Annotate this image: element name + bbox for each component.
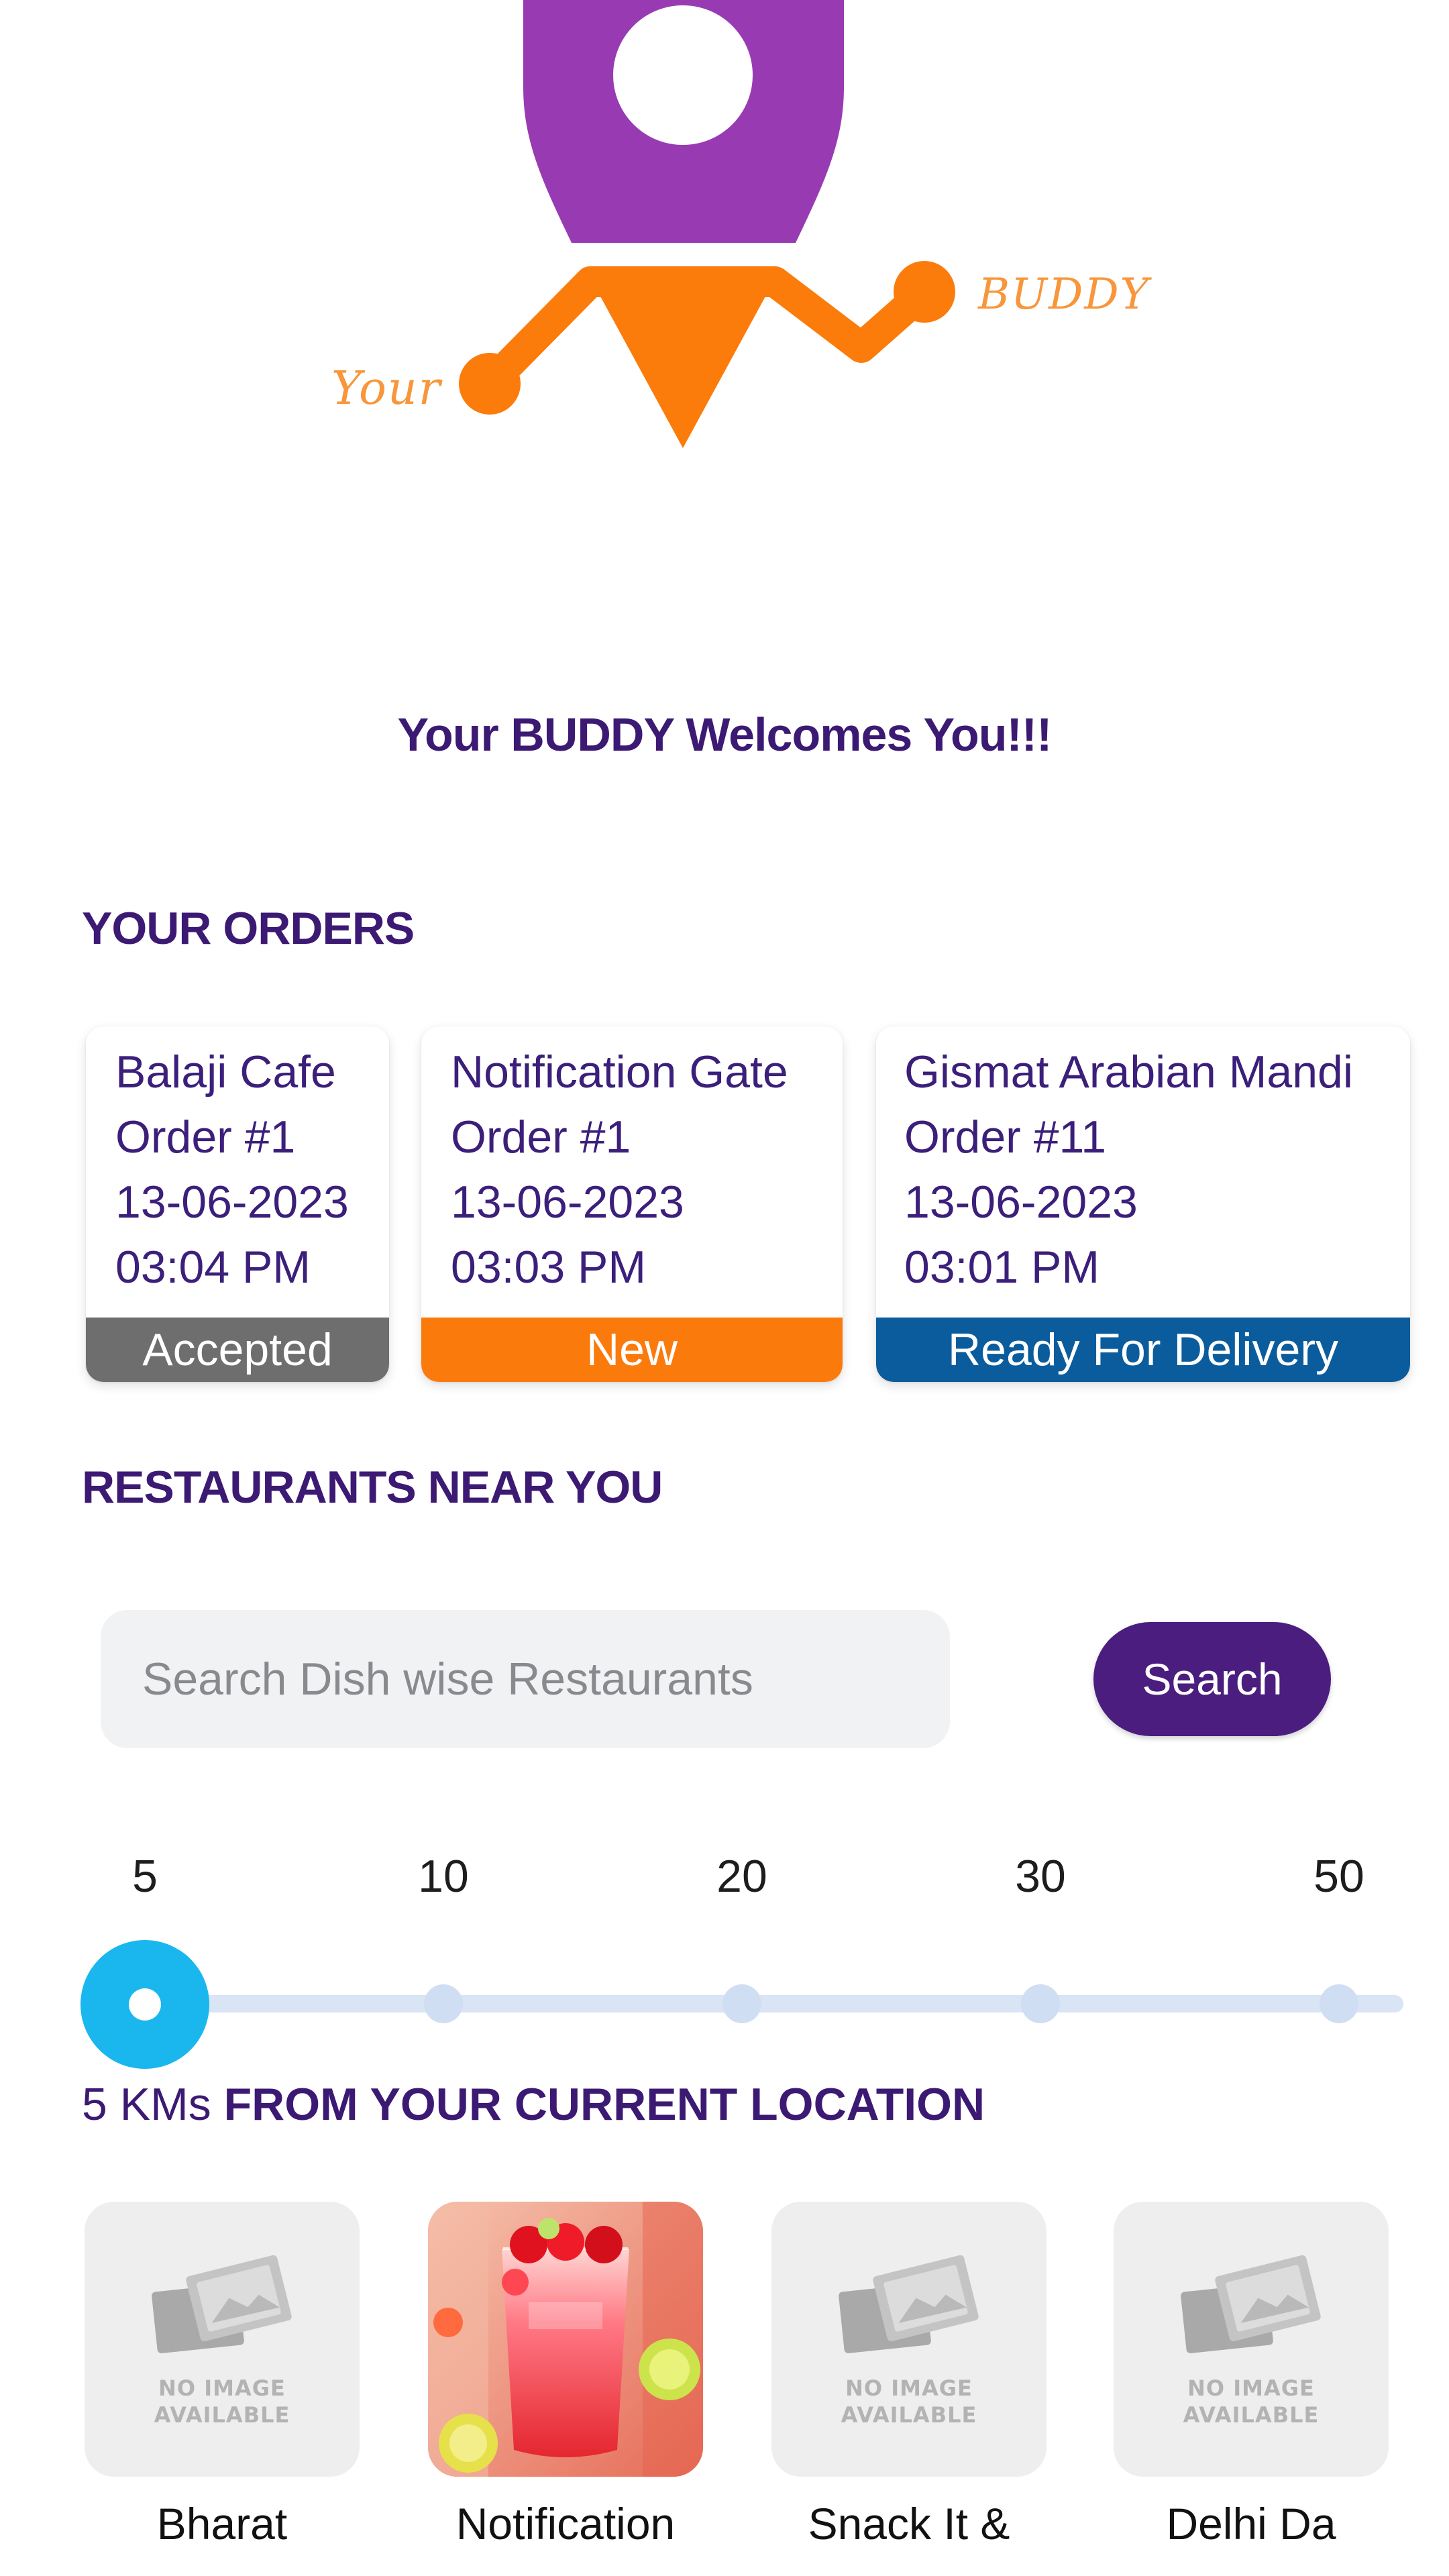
home-screen: Your BUDDY Your BUDDY Welcomes You!!! YO… — [0, 0, 1449, 2576]
order-date: 13-06-2023 — [115, 1177, 349, 1228]
restaurant-name[interactable]: Snack It & — [761, 2498, 1057, 2549]
restaurant-card-image[interactable]: NO IMAGE AVAILABLE — [1114, 2202, 1389, 2477]
logo-word-buddy: BUDDY — [978, 270, 1150, 319]
your-orders-heading: YOUR ORDERS — [82, 903, 415, 954]
location-pin-logo-icon — [459, 0, 955, 448]
distance-slider-stop[interactable] — [1320, 1984, 1358, 2023]
order-date: 13-06-2023 — [904, 1177, 1138, 1228]
distance-caption-text: FROM YOUR CURRENT LOCATION — [211, 2079, 985, 2130]
no-image-label: NO IMAGE — [845, 2375, 973, 2401]
order-card[interactable]: Balaji Cafe Order #1 13-06-2023 03:04 PM… — [86, 1026, 389, 1382]
order-number: Order #1 — [115, 1112, 296, 1163]
order-restaurant-name: Gismat Arabian Mandi — [904, 1046, 1353, 1097]
your-buddy-logo: Your BUDDY — [0, 0, 1449, 483]
order-number: Order #11 — [904, 1112, 1107, 1163]
no-image-icon — [1181, 2255, 1321, 2353]
search-button[interactable]: Search — [1093, 1622, 1331, 1736]
order-time: 03:04 PM — [115, 1242, 311, 1293]
order-status-badge: Ready For Delivery — [876, 1318, 1410, 1382]
order-date: 13-06-2023 — [451, 1177, 684, 1228]
restaurant-name[interactable]: Notification — [418, 2498, 713, 2549]
no-image-label: AVAILABLE — [154, 2402, 290, 2428]
distance-slider-stop[interactable] — [722, 1984, 761, 2023]
order-restaurant-name: Balaji Cafe — [115, 1046, 336, 1097]
distance-tick-label: 10 — [418, 1851, 469, 1902]
order-status-badge: New — [421, 1318, 843, 1382]
order-restaurant-name: Notification Gate — [451, 1046, 788, 1097]
order-time: 03:03 PM — [451, 1242, 647, 1293]
restaurant-name[interactable]: Delhi Da — [1104, 2498, 1399, 2549]
order-card[interactable]: Gismat Arabian Mandi Order #11 13-06-202… — [876, 1026, 1410, 1382]
distance-slider-track[interactable] — [145, 1995, 1403, 2012]
restaurant-name[interactable]: Bharat — [74, 2498, 370, 2549]
distance-tick-label: 20 — [716, 1851, 767, 1902]
order-number: Order #1 — [451, 1112, 631, 1163]
restaurant-card-image[interactable] — [428, 2202, 703, 2477]
no-image-label: AVAILABLE — [841, 2402, 977, 2428]
no-image-icon — [839, 2255, 979, 2353]
no-image-label: NO IMAGE — [158, 2375, 286, 2401]
distance-tick-label: 30 — [1015, 1851, 1066, 1902]
distance-slider-stop[interactable] — [1021, 1984, 1060, 2023]
selected-distance-value: 5 KMs — [82, 2079, 211, 2130]
red-drink-photo-icon — [428, 2202, 703, 2477]
order-status-badge: Accepted — [86, 1318, 389, 1382]
welcome-message: Your BUDDY Welcomes You!!! — [397, 708, 1053, 761]
selected-distance-caption: 5 KMs FROM YOUR CURRENT LOCATION — [82, 2078, 985, 2131]
restaurants-near-you-heading: RESTAURANTS NEAR YOU — [82, 1462, 663, 1513]
distance-slider-stop[interactable] — [424, 1984, 463, 2023]
dish-search-input[interactable] — [101, 1610, 950, 1748]
restaurant-card-image[interactable]: NO IMAGE AVAILABLE — [771, 2202, 1046, 2477]
logo-word-your: Your — [331, 362, 442, 415]
distance-tick-label: 5 — [132, 1851, 158, 1902]
restaurant-card-image[interactable]: NO IMAGE AVAILABLE — [85, 2202, 360, 2477]
order-card[interactable]: Notification Gate Order #1 13-06-2023 03… — [421, 1026, 843, 1382]
distance-slider-thumb[interactable] — [80, 1940, 209, 2069]
order-time: 03:01 PM — [904, 1242, 1100, 1293]
no-image-icon — [152, 2255, 292, 2353]
no-image-label: NO IMAGE — [1187, 2375, 1315, 2401]
no-image-label: AVAILABLE — [1183, 2402, 1320, 2428]
distance-tick-label: 50 — [1313, 1851, 1364, 1902]
